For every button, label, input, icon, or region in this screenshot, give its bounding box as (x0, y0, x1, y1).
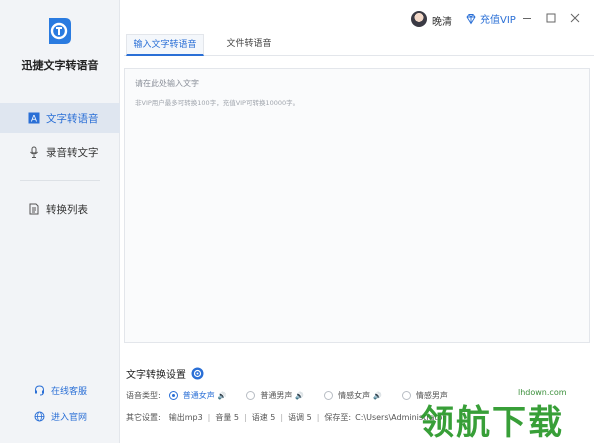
tab-bar: 输入文字转语音 文件转语音 (124, 34, 594, 56)
sidebar-item-speech-to-text[interactable]: 录音转文字 (0, 137, 120, 167)
volume-option[interactable]: 音量 5 (215, 412, 239, 423)
document-list-icon (28, 203, 40, 215)
app-logo-icon (49, 18, 71, 44)
headset-icon (34, 385, 45, 396)
online-support-label: 在线客服 (51, 387, 88, 397)
app-name: 迅捷文字转语音 (21, 59, 99, 72)
other-settings-row: 其它设置: 输出mp3 | 音量 5 | 语速 5 | 语调 5 | 保存至: … (126, 412, 446, 423)
tab-file-to-speech[interactable]: 文件转语音 (214, 34, 284, 56)
sidebar-item-text-to-speech[interactable]: A 文字转语音 (0, 103, 120, 133)
diamond-icon (466, 13, 476, 24)
text-input-area[interactable]: 请在此处输入文字 非VIP用户最多可转换100字，充值VIP可转换10000字。 (124, 68, 590, 343)
voice-option-label: 普通女声 (182, 391, 215, 400)
avatar[interactable] (411, 11, 427, 27)
sidebar: 迅捷文字转语音 A 文字转语音 录音转文字 转换列表 在线客服 进入官网 (0, 0, 120, 443)
save-to-label: 保存至: (324, 413, 352, 422)
voice-option-emotional-female[interactable]: 情感女声 🔊 (324, 390, 382, 401)
recharge-vip-button[interactable]: 充值VIP (465, 11, 516, 26)
sidebar-item-label: 文字转语音 (46, 112, 99, 125)
gear-icon[interactable] (191, 367, 204, 380)
watermark-logo: 领航下载 (420, 403, 564, 443)
voice-option-normal-male[interactable]: 普通男声 🔊 (246, 390, 304, 401)
voice-type-label: 语音类型: (126, 391, 161, 400)
speed-option[interactable]: 语速 5 (252, 412, 276, 423)
sidebar-item-conversion-list[interactable]: 转换列表 (0, 194, 120, 224)
other-settings-label: 其它设置: (126, 413, 161, 422)
speaker-icon[interactable]: 🔊 (218, 392, 227, 400)
output-format-option[interactable]: 输出mp3 (169, 412, 203, 423)
sidebar-item-label: 转换列表 (46, 203, 88, 216)
minimize-icon[interactable] (520, 11, 534, 25)
voice-type-row: 语音类型: 普通女声 🔊 普通男声 🔊 情感女声 🔊 情感男声 (126, 390, 460, 401)
text-a-icon: A (28, 112, 40, 124)
conversion-settings-title: 文字转换设置 (126, 366, 204, 381)
pitch-option[interactable]: 语调 5 (288, 412, 312, 423)
tab-text-to-speech[interactable]: 输入文字转语音 (126, 34, 204, 56)
maximize-icon[interactable] (544, 11, 558, 25)
microphone-icon (28, 146, 40, 158)
voice-option-normal-female[interactable]: 普通女声 🔊 (168, 390, 227, 401)
title-bar: 晚清 充值VIP (120, 0, 600, 36)
official-site-link[interactable]: 进入官网 (0, 410, 120, 423)
sidebar-item-label: 录音转文字 (46, 146, 99, 159)
settings-title-text: 文字转换设置 (126, 370, 186, 381)
voice-option-label: 普通男声 (260, 391, 293, 400)
speaker-icon[interactable]: 🔊 (295, 392, 304, 400)
speaker-icon[interactable]: 🔊 (373, 392, 382, 400)
globe-icon (34, 411, 45, 422)
svg-text:A: A (31, 115, 38, 125)
text-input-placeholder: 请在此处输入文字 (135, 79, 199, 88)
username: 晚清 (432, 17, 452, 28)
vip-label: 充值VIP (480, 15, 516, 26)
online-support-link[interactable]: 在线客服 (0, 384, 120, 397)
official-site-label: 进入官网 (51, 413, 88, 423)
voice-option-label: 情感女声 (338, 391, 371, 400)
char-limit-hint: 非VIP用户最多可转换100字，充值VIP可转换10000字。 (135, 99, 300, 107)
close-icon[interactable] (568, 11, 582, 25)
sidebar-divider (20, 180, 100, 181)
